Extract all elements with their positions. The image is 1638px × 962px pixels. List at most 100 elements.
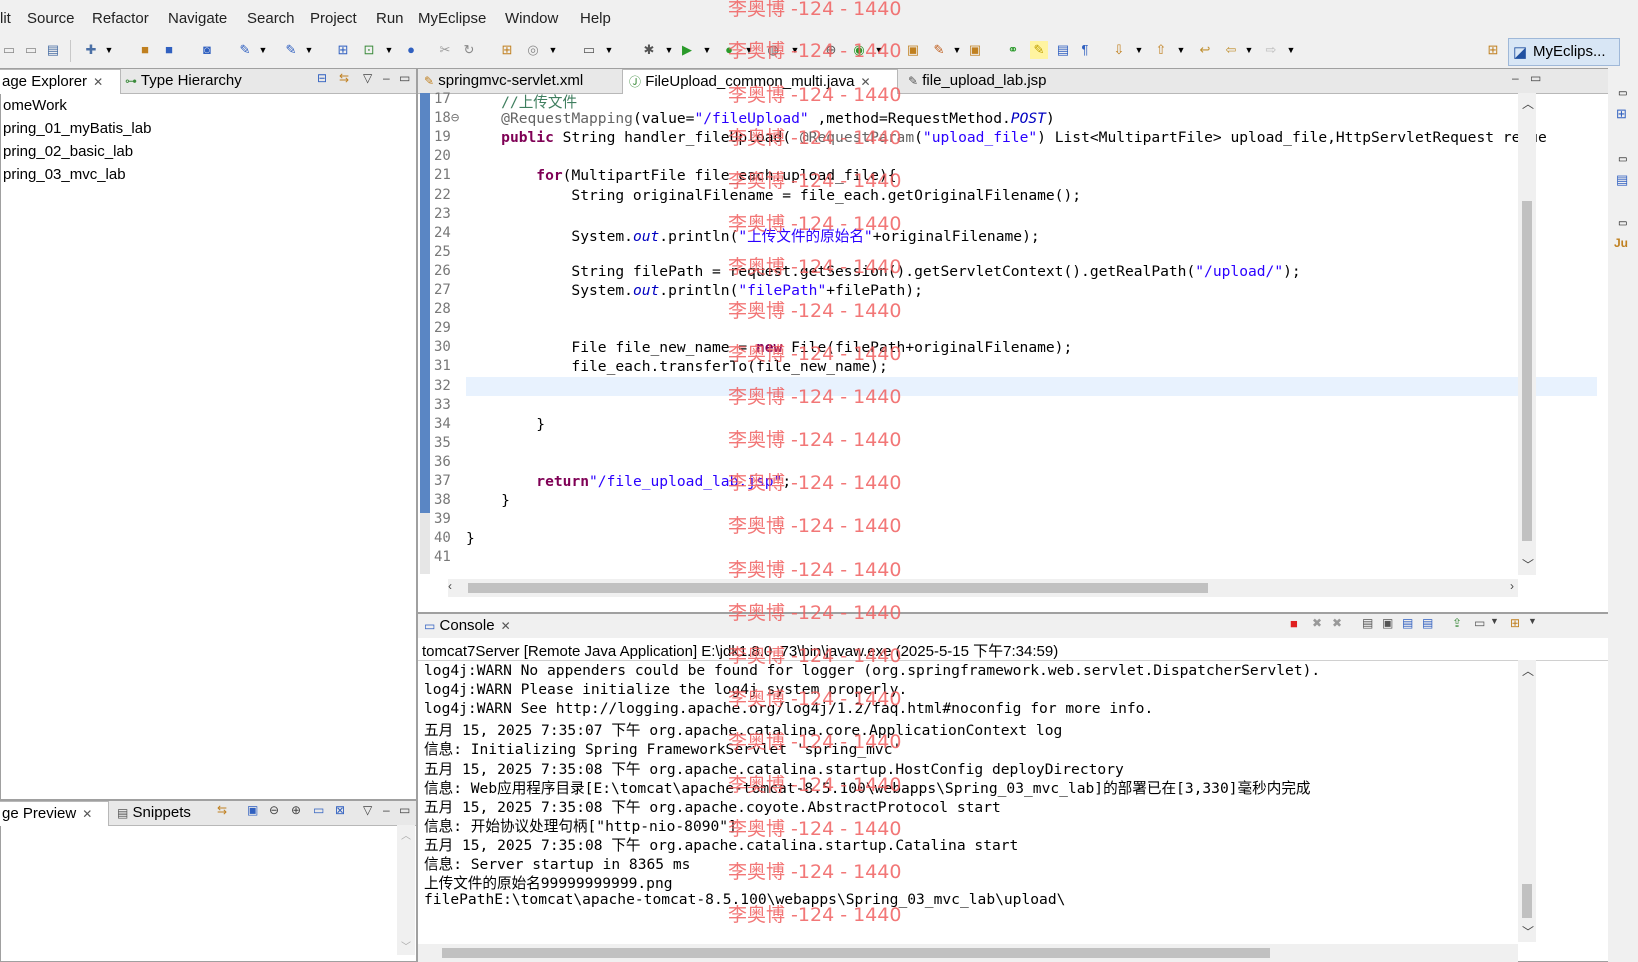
highlight-icon[interactable]: ✎: [1030, 41, 1048, 59]
run-icon[interactable]: ▶: [678, 41, 696, 59]
remove-launch-icon[interactable]: ✖: [1312, 616, 1322, 630]
menu-run[interactable]: Run: [376, 10, 404, 27]
dropdown-arrow-icon[interactable]: ▼: [1282, 41, 1300, 59]
print-icon[interactable]: ▤: [44, 41, 62, 59]
open-console-icon[interactable]: ⊞: [1510, 616, 1520, 630]
maximize-icon[interactable]: ▭: [1530, 71, 1541, 85]
dropdown-arrow-icon[interactable]: ▼: [380, 41, 398, 59]
tab-springmvc-servlet-xml[interactable]: ✎ springmvc-servlet.xml: [418, 69, 583, 93]
menu-project[interactable]: Project: [310, 10, 357, 27]
scroll-down-icon[interactable]: ﹀: [1522, 923, 1534, 940]
show-whitespace-icon[interactable]: ▤: [1054, 41, 1072, 59]
code-line[interactable]: }: [466, 416, 545, 433]
tree-item-project[interactable]: pring_01_myBatis_lab: [3, 120, 151, 137]
view-menu-icon[interactable]: ▽: [363, 803, 372, 817]
dropdown-arrow-icon[interactable]: ▼: [1528, 616, 1537, 626]
tab-type-hierarchy[interactable]: ⊶ Type Hierarchy: [119, 69, 242, 93]
restore-icon[interactable]: ▭: [1618, 154, 1627, 165]
save-icon[interactable]: ▭: [0, 41, 18, 59]
new-wizard-icon[interactable]: ✚: [82, 41, 100, 59]
box-icon[interactable]: ■: [160, 41, 178, 59]
scroll-down-icon[interactable]: ﹀: [401, 938, 411, 953]
clear-console-icon[interactable]: ▤: [1362, 616, 1373, 630]
deploy-icon[interactable]: ✎: [236, 41, 254, 59]
restore-icon[interactable]: ▭: [1618, 88, 1627, 99]
paragraph-icon[interactable]: ¶: [1076, 41, 1094, 59]
menu-navigate[interactable]: Navigate: [168, 10, 227, 27]
tree-item-project[interactable]: omeWork: [3, 97, 67, 114]
menu-refactor[interactable]: Refactor: [92, 10, 149, 27]
zoom-in-icon[interactable]: ⊕: [291, 803, 301, 817]
prev-annotation-icon[interactable]: ⇧: [1152, 41, 1170, 59]
scroll-up-icon[interactable]: ︿: [1522, 95, 1534, 112]
tab-package-explorer[interactable]: age Explorer ✕: [0, 69, 121, 94]
preview-vertical-scrollbar[interactable]: ︿ ﹀: [397, 825, 415, 955]
tree-item-project[interactable]: pring_03_mvc_lab: [3, 166, 126, 183]
remove-all-icon[interactable]: ✖: [1332, 616, 1342, 630]
image-icon[interactable]: ▣: [247, 803, 258, 817]
code-line[interactable]: //上传文件: [466, 91, 577, 112]
zoom-out-icon[interactable]: ⊖: [269, 803, 279, 817]
scroll-down-icon[interactable]: ﹀: [1522, 556, 1534, 573]
maximize-icon[interactable]: ▭: [399, 71, 410, 85]
scroll-left-icon[interactable]: ‹: [448, 579, 452, 593]
next-annotation-icon[interactable]: ⇩: [1110, 41, 1128, 59]
menu-search[interactable]: Search: [247, 10, 295, 27]
view-menu-icon[interactable]: ▽: [363, 71, 372, 85]
tab-console[interactable]: ▭ Console ✕: [418, 614, 511, 638]
open-folder-icon[interactable]: ▣: [904, 41, 922, 59]
scroll-lock-icon[interactable]: ▣: [1382, 616, 1393, 630]
menu-window[interactable]: Window: [505, 10, 558, 27]
console-vertical-scrollbar[interactable]: ︿ ﹀: [1518, 660, 1536, 942]
display-console-icon[interactable]: ▭: [1474, 616, 1485, 630]
close-icon[interactable]: ✕: [501, 619, 511, 633]
tree-item-project[interactable]: pring_02_basic_lab: [3, 143, 133, 160]
restore-icon[interactable]: ▭: [1618, 218, 1627, 229]
actual-size-icon[interactable]: ▭: [313, 803, 324, 817]
task-list-icon[interactable]: ▤: [1616, 172, 1628, 188]
globe-icon[interactable]: ●: [402, 41, 420, 59]
dropdown-arrow-icon[interactable]: ▼: [544, 41, 562, 59]
link-icon[interactable]: ⇆: [217, 803, 227, 817]
hierarchy-icon[interactable]: ⊞: [334, 41, 352, 59]
link-with-editor-icon[interactable]: ⇆: [339, 71, 349, 85]
terminate-icon[interactable]: ■: [1290, 616, 1298, 631]
dropdown-arrow-icon[interactable]: ▼: [948, 41, 966, 59]
scroll-right-icon[interactable]: ›: [1510, 579, 1514, 593]
outline-icon[interactable]: ⊞: [1616, 106, 1627, 122]
menu-help[interactable]: Help: [580, 10, 611, 27]
open-type-icon[interactable]: ⊞: [498, 41, 516, 59]
tab-snippets[interactable]: ▤ Snippets: [111, 801, 191, 825]
folder-icon[interactable]: ▣: [966, 41, 984, 59]
dropdown-arrow-icon[interactable]: ▼: [1172, 41, 1190, 59]
perspective-myeclipse-button[interactable]: ◪ MyEclips...: [1508, 38, 1620, 66]
launch-icon[interactable]: ✎: [282, 41, 300, 59]
dropdown-arrow-icon[interactable]: ▼: [300, 41, 318, 59]
terminal-icon[interactable]: ▭: [580, 41, 598, 59]
code-line[interactable]: }: [466, 492, 510, 509]
dropdown-arrow-icon[interactable]: ▼: [1240, 41, 1258, 59]
server-icon[interactable]: ◙: [198, 41, 216, 59]
junit-icon[interactable]: Ju: [1614, 236, 1628, 250]
save-all-icon[interactable]: ▭: [22, 41, 40, 59]
collapse-all-icon[interactable]: ⊟: [317, 71, 327, 85]
dropdown-arrow-icon[interactable]: ▼: [1130, 41, 1148, 59]
dropdown-arrow-icon[interactable]: ▼: [600, 41, 618, 59]
refresh-icon[interactable]: ↻: [460, 41, 478, 59]
scrollbar-thumb[interactable]: [442, 948, 1270, 958]
pin-console-icon[interactable]: ⇪: [1452, 616, 1462, 630]
show-on-stdout-icon[interactable]: ▤: [1402, 616, 1413, 630]
scrollbar-thumb[interactable]: [1522, 201, 1532, 541]
minimize-icon[interactable]: –: [383, 71, 390, 85]
open-perspective-icon[interactable]: ⊞: [1484, 41, 1502, 59]
link-icon[interactable]: ⚭: [1004, 41, 1022, 59]
back-icon[interactable]: ⇦: [1222, 41, 1240, 59]
forward-icon[interactable]: ⇨: [1262, 41, 1280, 59]
dropdown-arrow-icon[interactable]: ▼: [254, 41, 272, 59]
last-edit-icon[interactable]: ↩: [1196, 41, 1214, 59]
search-tool-icon[interactable]: ✎: [930, 41, 948, 59]
console-horizontal-scrollbar[interactable]: [418, 944, 1518, 962]
minimize-icon[interactable]: –: [383, 803, 390, 817]
tab-file-upload-lab-jsp[interactable]: ✎ file_upload_lab.jsp: [902, 69, 1047, 93]
scrollbar-thumb[interactable]: [1522, 884, 1532, 918]
